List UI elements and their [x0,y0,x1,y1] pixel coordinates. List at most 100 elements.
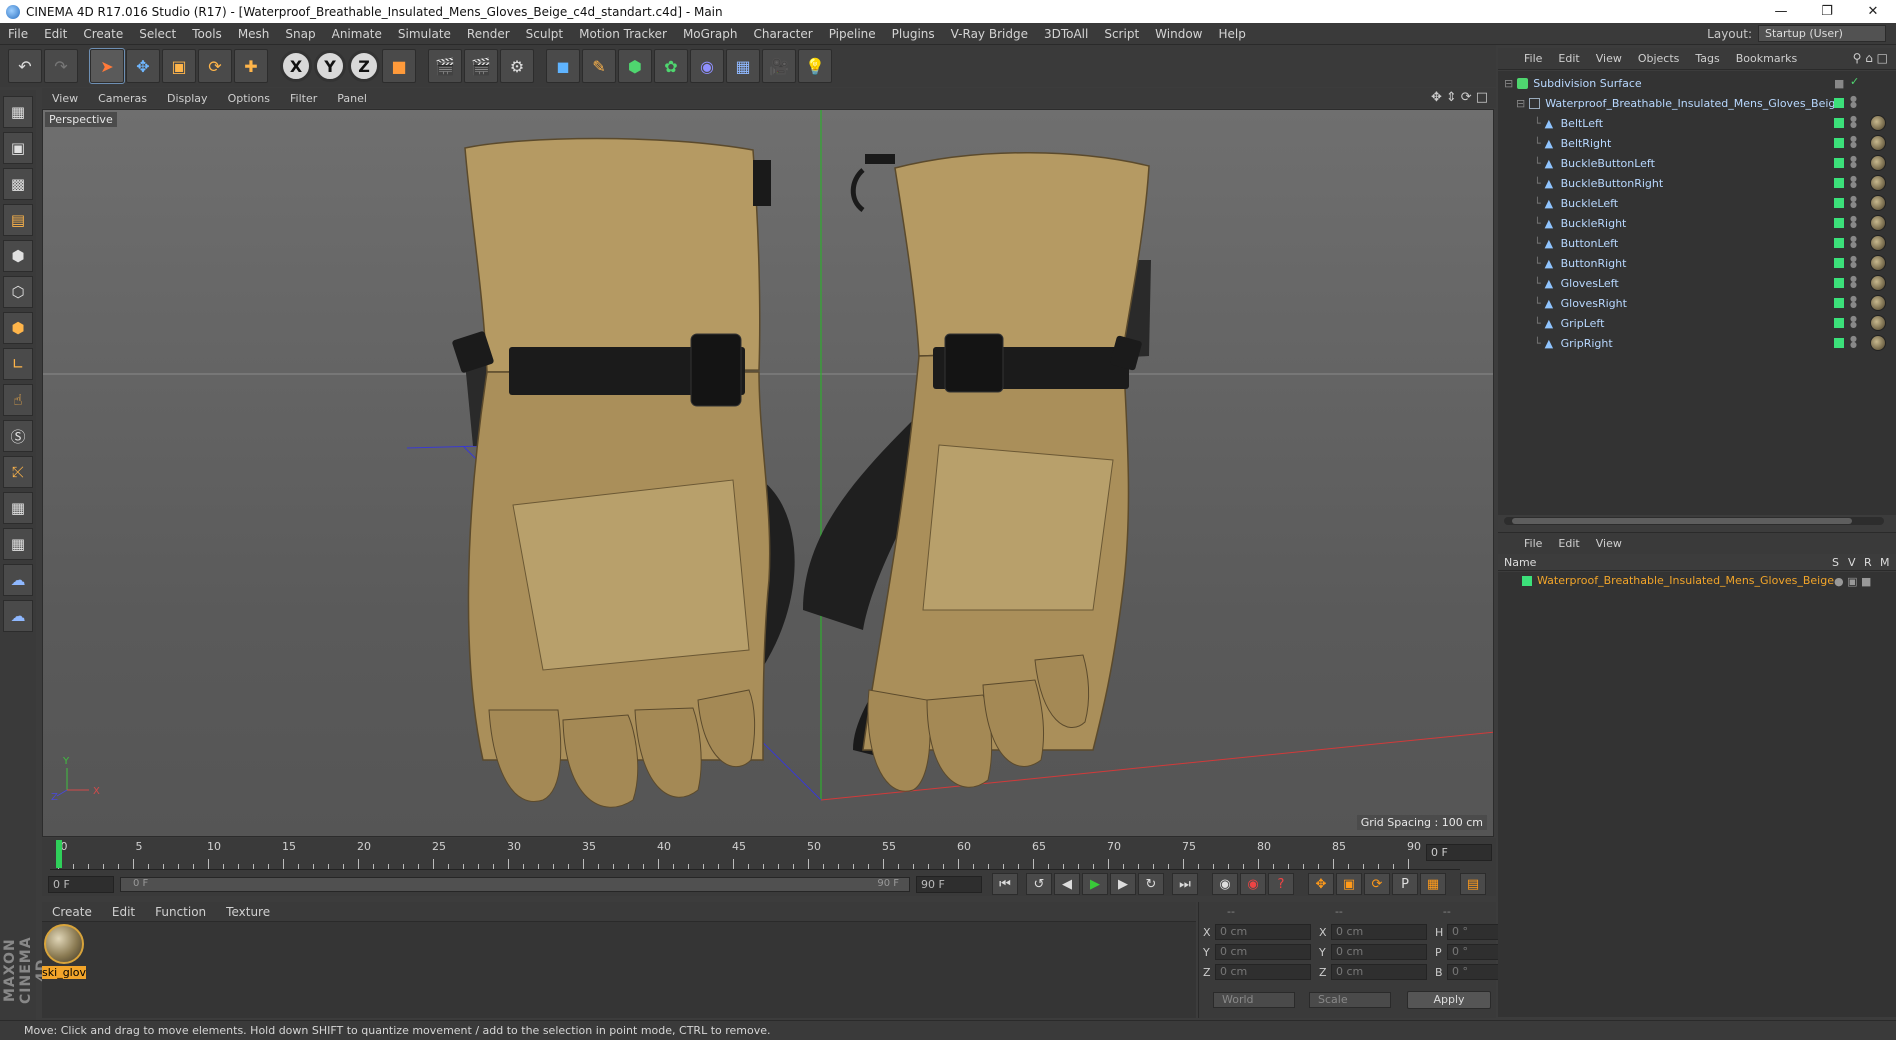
material-tag-icon[interactable] [1870,155,1886,171]
menu-character[interactable]: Character [745,27,820,41]
layer-row[interactable]: Waterproof_Breathable_Insulated_Mens_Glo… [1504,574,1834,587]
layout-dropdown[interactable]: Startup (User) [1758,25,1886,42]
visibility-toggle-icon[interactable]: ■ [1834,77,1844,90]
cube-primitive-icon[interactable]: ◼ [546,49,580,83]
om-menu-tags[interactable]: Tags [1687,52,1727,65]
tree-row-buttonright[interactable]: └ ▲ ButtonRight ● ● [1498,253,1896,273]
menu-window[interactable]: Window [1147,27,1210,41]
menu-mesh[interactable]: Mesh [230,27,278,41]
current-frame-field[interactable]: 0 F [1426,844,1492,861]
om-menu-bookmarks[interactable]: Bookmarks [1728,52,1805,65]
render-visibility-dots[interactable]: ● ● [1850,175,1857,189]
axis-z-button[interactable]: Z [348,50,380,82]
material-menu-texture[interactable]: Texture [216,905,280,919]
redo-icon[interactable]: ↷ [44,49,78,83]
dolly-icon[interactable]: ⇕ [1446,90,1457,105]
tree-row-glovesleft[interactable]: └ ▲ GlovesLeft ● ● [1498,273,1896,293]
orbit-icon[interactable]: ⟳ [1461,90,1472,105]
record-rotation-icon[interactable]: ⟳ [1364,873,1390,895]
python-script-icon[interactable]: ☁ [3,564,33,596]
render-visibility-dots[interactable]: ● ● [1850,115,1857,129]
viewport-camera-label[interactable]: Perspective [45,112,117,127]
render-settings-icon[interactable]: ⚙ [500,49,534,83]
maximize-view-icon[interactable]: □ [1476,90,1488,105]
polygons-mode-icon[interactable]: ⬢ [3,312,33,344]
pos-z-field[interactable]: 0 cm [1215,964,1311,980]
viewport-menu-filter[interactable]: Filter [280,92,327,105]
object-manager-scrollbar[interactable] [1504,517,1884,525]
menu-motion-tracker[interactable]: Motion Tracker [571,27,675,41]
material-tag-icon[interactable] [1870,235,1886,251]
pos-x-field[interactable]: 0 cm [1215,924,1311,940]
render-visibility-dots[interactable]: ● ● [1850,155,1857,169]
render-picture-viewer-icon[interactable]: 🎬 [464,49,498,83]
rotate-tool-icon[interactable]: ⟳ [198,49,232,83]
render-view-icon[interactable]: 🎬 [428,49,462,83]
menu-tools[interactable]: Tools [184,27,230,41]
material-tag-icon[interactable] [1870,135,1886,151]
layer-color-icon[interactable] [1834,98,1844,108]
next-keyframe-icon[interactable]: ↻ [1138,873,1164,895]
magnet-icon[interactable]: ⤪ [3,456,33,488]
viewport-menu-cameras[interactable]: Cameras [88,92,157,105]
material-tag-icon[interactable] [1870,215,1886,231]
size-y-field[interactable]: 0 cm [1331,944,1427,960]
om-search-icon[interactable]: ⚲ ⌂ □ [1853,51,1888,65]
tree-row-subdivision-surface[interactable]: ⊟ Subdivision Surface ■ ✓ [1498,73,1896,93]
enabled-check-icon[interactable]: ✓ [1850,75,1859,88]
light-bulb-icon[interactable]: 💡 [798,49,832,83]
start-frame-field[interactable]: 0 F [48,875,114,893]
material-menu-function[interactable]: Function [145,905,216,919]
menu-plugins[interactable]: Plugins [884,27,943,41]
layer-color-icon[interactable] [1834,278,1844,288]
tree-row-beltright[interactable]: └ ▲ BeltRight ● ● [1498,133,1896,153]
play-forward-icon[interactable]: ▶ [1082,873,1108,895]
axis-y-button[interactable]: Y [314,50,346,82]
render-visibility-dots[interactable]: ● ● [1850,335,1857,349]
material-tag-icon[interactable] [1870,255,1886,271]
coordinate-system-icon[interactable]: ■ [382,49,416,83]
layer-color-icon[interactable] [1834,118,1844,128]
layer-color-icon[interactable] [1834,258,1844,268]
subdivision-icon[interactable]: ⬢ [618,49,652,83]
previous-keyframe-icon[interactable]: ↺ [1026,873,1052,895]
menu-3dtoall[interactable]: 3DToAll [1036,27,1096,41]
menu-help[interactable]: Help [1210,27,1253,41]
layer-color-icon[interactable] [1834,138,1844,148]
record-active-icon[interactable]: ◉ [1212,873,1238,895]
edges-mode-icon[interactable]: ⬡ [3,276,33,308]
next-frame-icon[interactable]: ▶ [1110,873,1136,895]
pen-spline-icon[interactable]: ✎ [582,49,616,83]
render-visibility-dots[interactable]: ● ● [1850,255,1857,269]
menu-vray-bridge[interactable]: V-Ray Bridge [943,27,1036,41]
am-menu-view[interactable]: View [1588,537,1630,550]
axis-x-button[interactable]: X [280,50,312,82]
apply-button[interactable]: Apply [1407,991,1491,1009]
close-icon[interactable]: ✕ [1850,0,1896,23]
size-x-field[interactable]: 0 cm [1331,924,1427,940]
make-editable-icon[interactable]: ▦ [3,96,33,128]
menu-select[interactable]: Select [131,27,184,41]
autokey-record-icon[interactable]: ◉ [1240,873,1266,895]
menu-animate[interactable]: Animate [324,27,390,41]
render-visibility-dots[interactable]: ● ● [1850,295,1857,309]
material-menu-edit[interactable]: Edit [102,905,145,919]
frame-range-slider[interactable]: 0 F 90 F [120,876,910,892]
pan-icon[interactable]: ✥ [1431,90,1442,105]
tweak-mode-icon[interactable]: ☝ [3,384,33,416]
viewport-menu-options[interactable]: Options [218,92,280,105]
record-pla-icon[interactable]: ▦ [1420,873,1446,895]
tree-row-bucklebuttonright[interactable]: └ ▲ BuckleButtonRight ● ● [1498,173,1896,193]
menu-mograph[interactable]: MoGraph [675,27,746,41]
collapse-icon[interactable]: ⊟ [1516,97,1525,110]
collapse-icon[interactable]: ⊟ [1504,77,1513,90]
keyframe-selection-icon[interactable]: ? [1268,873,1294,895]
menu-simulate[interactable]: Simulate [390,27,459,41]
material-tag-icon[interactable] [1870,315,1886,331]
om-menu-view[interactable]: View [1588,52,1630,65]
viewport-menu-panel[interactable]: Panel [327,92,377,105]
layer-color-icon[interactable] [1834,178,1844,188]
layer-color-icon[interactable] [1834,198,1844,208]
menu-edit[interactable]: Edit [36,27,75,41]
playhead-marker[interactable] [56,840,62,868]
